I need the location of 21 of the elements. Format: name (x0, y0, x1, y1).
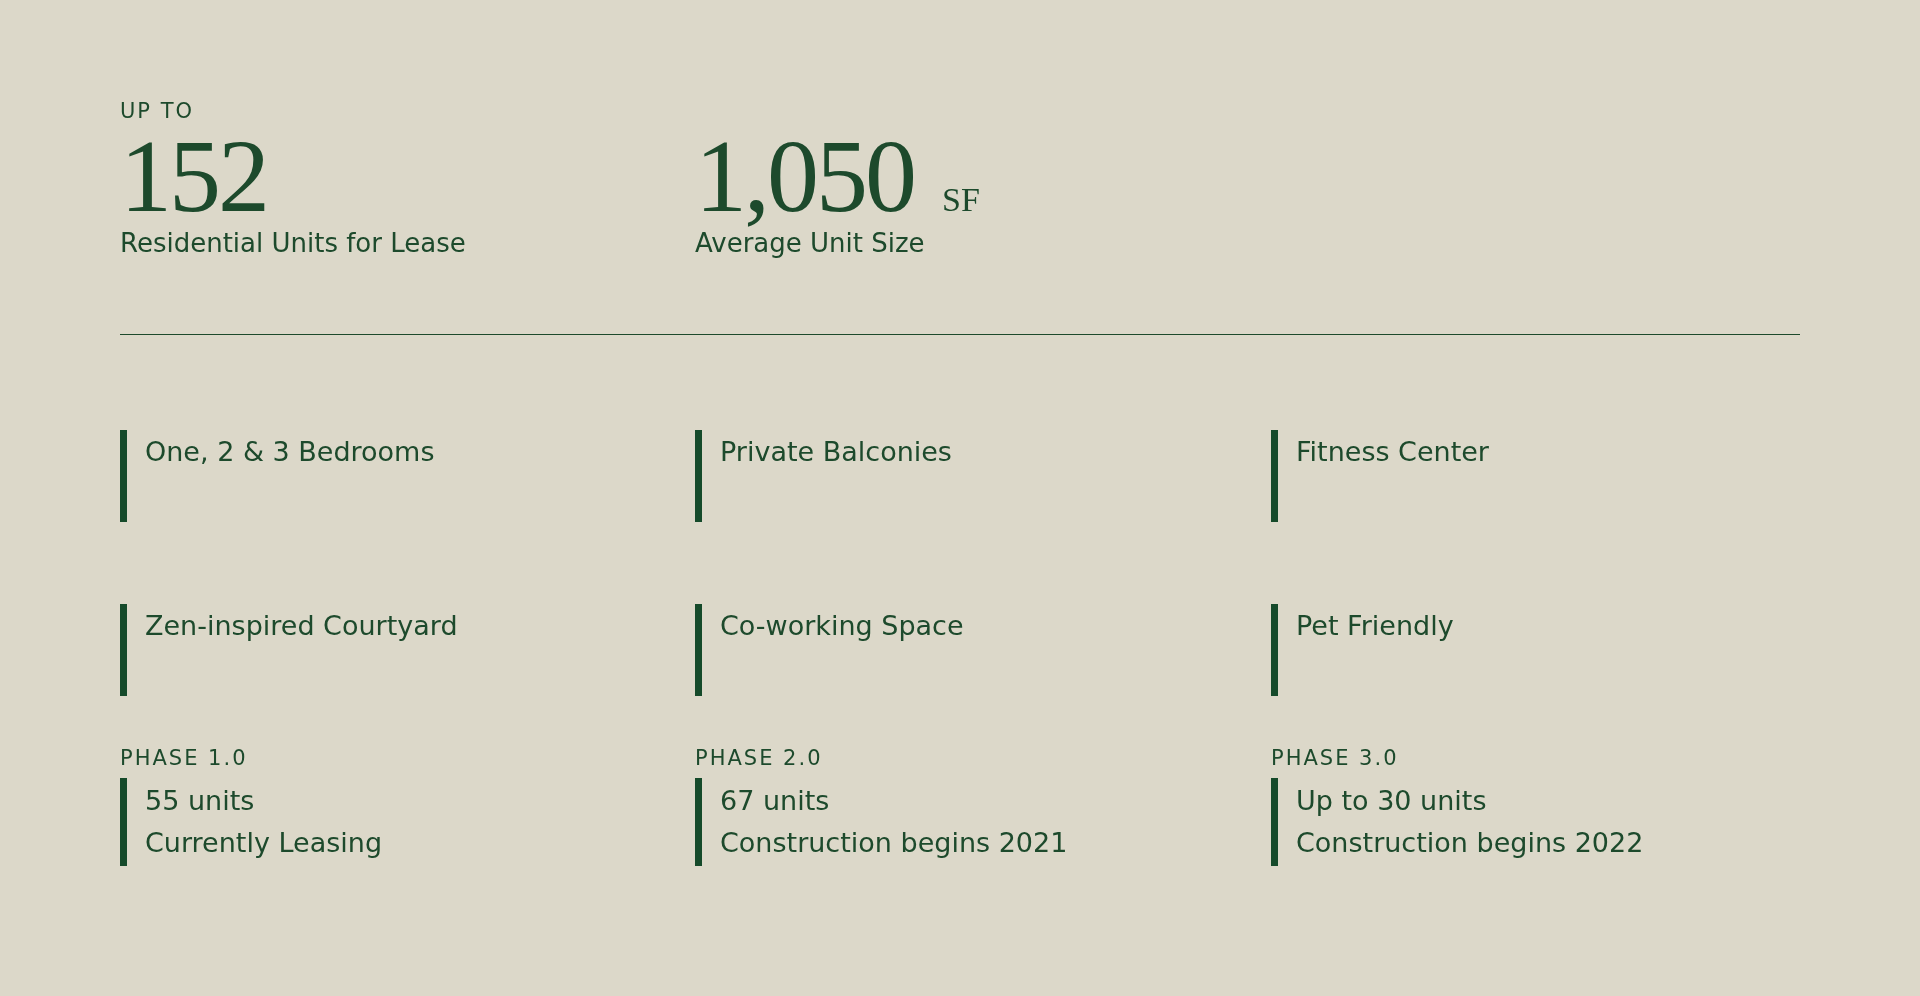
phase-text: Construction begins 2021 (720, 826, 1068, 860)
phase-text: Currently Leasing (145, 826, 382, 860)
feature-label: Zen-inspired Courtyard (145, 610, 458, 643)
stat-number: 152 (120, 124, 268, 228)
stat-unit: SF (942, 181, 980, 219)
stat-number: 1,050 (695, 124, 914, 228)
phase-text: Construction begins 2022 (1296, 826, 1644, 860)
feature-label: One, 2 & 3 Bedrooms (145, 436, 435, 469)
phase-text: 67 units (720, 784, 831, 818)
feature-label: Private Balconies (720, 436, 952, 469)
stat-prefix: UP TO (120, 98, 196, 124)
phase-text: 55 units (145, 784, 256, 818)
stat-caption: Residential Units for Lease (120, 228, 467, 258)
feature-label: Co-working Space (720, 610, 964, 643)
feature-label: Fitness Center (1296, 436, 1489, 469)
stat-caption: Average Unit Size (695, 228, 926, 258)
phase-label: PHASE 3.0 (1271, 746, 1400, 770)
phase-label: PHASE 2.0 (695, 746, 824, 770)
phase-text: Up to 30 units (1296, 784, 1488, 818)
phase-label: PHASE 1.0 (120, 746, 249, 770)
feature-label: Pet Friendly (1296, 610, 1454, 643)
